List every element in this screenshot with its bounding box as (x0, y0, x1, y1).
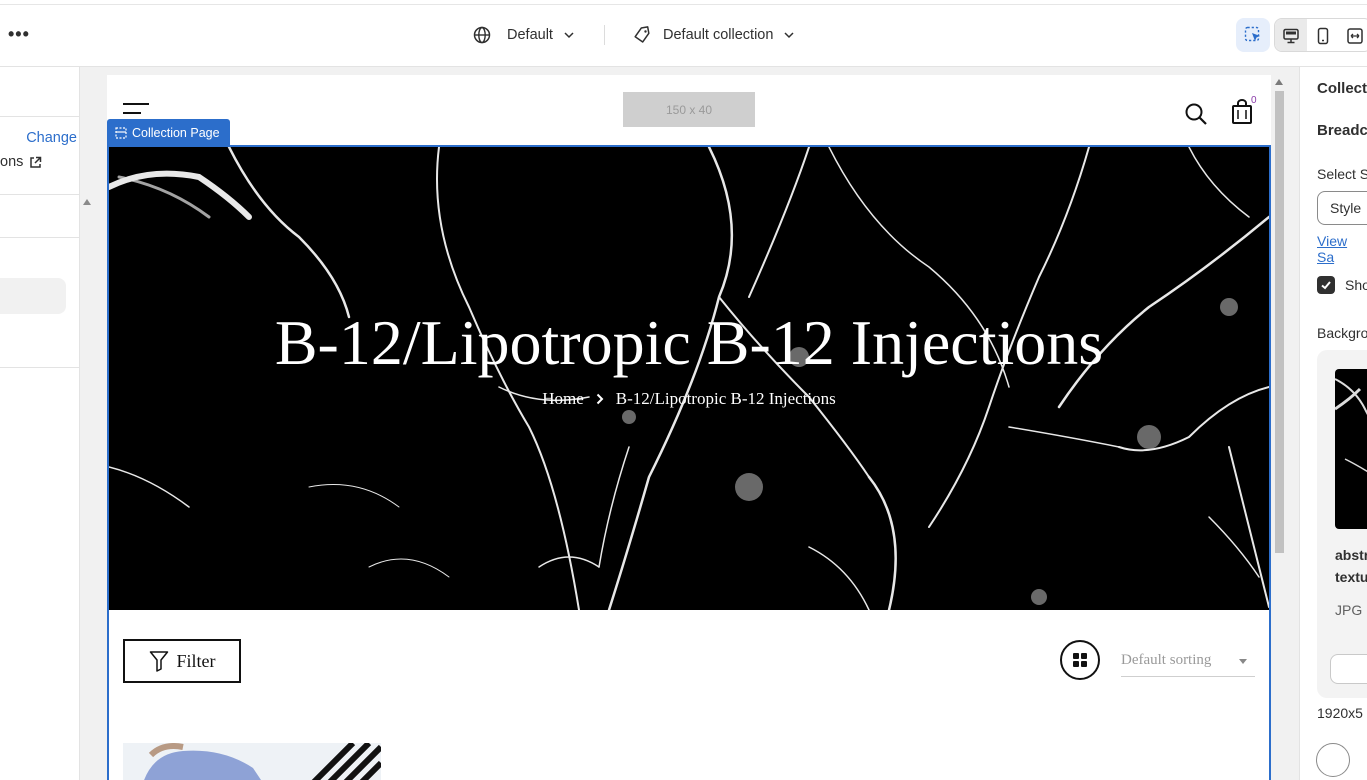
view-controls (1236, 18, 1367, 52)
view-collections-link[interactable]: ons (0, 154, 42, 170)
topbar-separator (604, 25, 605, 45)
background-label: Backgro (1317, 325, 1367, 341)
section-layout-icon (115, 126, 127, 139)
scrollbar-thumb[interactable] (1275, 91, 1284, 553)
chevron-down-icon (564, 32, 574, 39)
template-label: Default collection (663, 27, 774, 43)
settings-section-title: Collect (1317, 80, 1367, 97)
divider (0, 194, 80, 195)
template-selector[interactable]: Default collection (633, 22, 795, 48)
sections-sidebar: Change ons (0, 67, 80, 780)
top-divider (0, 4, 1367, 5)
language-selector[interactable]: Default (473, 22, 575, 48)
search-icon[interactable] (1184, 102, 1208, 126)
expand-width-icon (1347, 28, 1363, 44)
settings-panel: Collect Breadc Select S Style View Sa Sh… (1299, 67, 1367, 780)
divider (0, 116, 80, 117)
scroll-up-icon[interactable] (1275, 79, 1283, 85)
sorting-select[interactable]: Default sorting (1121, 645, 1255, 677)
chevron-right-icon (596, 393, 604, 405)
cart-count-badge: 0 (1251, 95, 1257, 106)
checkmark-icon (1321, 281, 1331, 290)
show-checkbox[interactable] (1317, 276, 1335, 294)
mobile-icon (1317, 27, 1329, 45)
color-swatch-button[interactable] (1316, 743, 1350, 777)
style-select[interactable]: Style (1317, 191, 1367, 225)
tag-icon (634, 26, 650, 43)
external-link-icon (30, 156, 42, 168)
section-tag-label: Collection Page (132, 125, 220, 140)
collection-toolbar: Filter Default sorting (123, 639, 1255, 683)
mobile-view-button[interactable] (1307, 19, 1339, 51)
grid-view-button[interactable] (1060, 640, 1100, 680)
view-sample-link[interactable]: View Sa (1317, 233, 1367, 265)
caret-down-icon (1239, 659, 1247, 664)
theme-preview: 150 x 40 0 B-12/Lipotropic B-12 Injectio… (107, 75, 1271, 780)
more-menu-button[interactable]: ••• (8, 24, 30, 44)
sidebar-item-selected[interactable] (0, 278, 66, 314)
view-collections-label: ons (0, 154, 24, 170)
language-label: Default (507, 27, 553, 43)
logo-placeholder[interactable]: 150 x 40 (623, 92, 755, 127)
divider (0, 237, 80, 238)
preview-scrollbar[interactable] (1273, 75, 1286, 780)
image-size-hint: 1920x5 (1317, 705, 1363, 721)
collection-hero-banner: B-12/Lipotropic B-12 Injections Home B-1… (109, 147, 1269, 610)
filter-label: Filter (176, 650, 216, 671)
show-checkbox-label: Sho (1345, 277, 1367, 293)
inspector-toggle-button[interactable] (1236, 18, 1270, 52)
image-type: JPG (1335, 602, 1363, 618)
site-header: 150 x 40 0 (107, 75, 1271, 147)
chevron-down-icon (784, 32, 794, 39)
breadcrumb-home-link[interactable]: Home (542, 389, 584, 409)
select-cursor-icon (1244, 26, 1260, 42)
sorting-label: Default sorting (1121, 652, 1212, 668)
collection-title: B-12/Lipotropic B-12 Injections (274, 307, 1104, 378)
select-style-label: Select S (1317, 166, 1367, 182)
image-filename-line1: abstr (1335, 547, 1367, 563)
change-template-link[interactable]: Change (26, 130, 77, 146)
change-image-button[interactable] (1330, 654, 1367, 684)
product-photo-image (123, 743, 381, 780)
globe-icon (473, 26, 491, 44)
grid-icon (1073, 653, 1087, 667)
product-card-image[interactable] (123, 743, 381, 780)
section-tag[interactable]: Collection Page (107, 119, 230, 146)
breadcrumb: Home B-12/Lipotropic B-12 Injections (109, 389, 1269, 409)
divider (0, 367, 80, 368)
marble-thumbnail-image (1335, 378, 1367, 473)
breadcrumb-settings-heading: Breadc (1317, 122, 1367, 139)
scroll-up-icon[interactable] (83, 199, 91, 205)
background-image-thumbnail[interactable] (1335, 369, 1367, 529)
breadcrumb-current: B-12/Lipotropic B-12 Injections (615, 389, 836, 408)
device-switcher (1274, 18, 1367, 52)
shopping-bag-icon[interactable] (1231, 99, 1253, 125)
image-filename-line2: textu (1335, 569, 1367, 585)
desktop-view-button[interactable] (1275, 19, 1307, 51)
editor-topbar: ••• Default Default collection (0, 0, 1367, 67)
desktop-icon (1283, 28, 1299, 44)
fullwidth-view-button[interactable] (1339, 19, 1367, 51)
filter-funnel-icon (149, 651, 168, 672)
filter-button[interactable]: Filter (123, 639, 241, 683)
style-select-value: Style (1330, 200, 1362, 216)
